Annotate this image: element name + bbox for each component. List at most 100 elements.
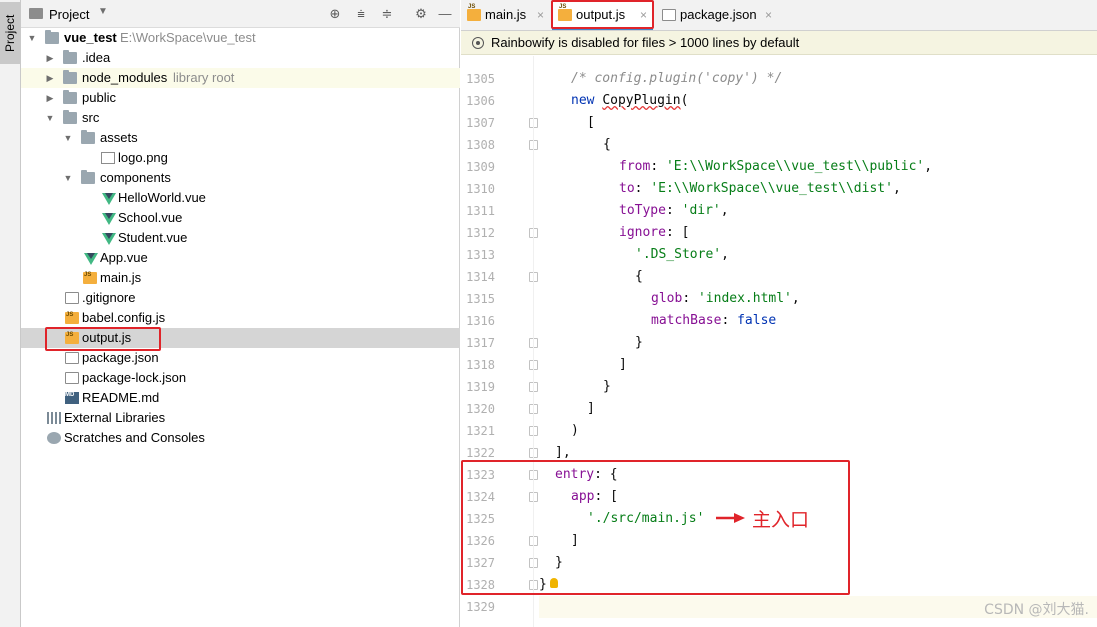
tree-item-label: README.md: [82, 390, 160, 405]
project-tool-tab[interactable]: Project: [0, 2, 20, 64]
close-icon[interactable]: ×: [765, 0, 772, 30]
chevron-down-icon[interactable]: ▼: [98, 6, 108, 17]
tree-item-gitignore[interactable]: .gitignore: [21, 288, 460, 308]
tree-item-label: node_modules: [82, 70, 168, 85]
lightbulb-icon[interactable]: [550, 578, 558, 588]
tree-item-student-vue[interactable]: Student.vue: [21, 228, 460, 248]
code-token: {: [603, 137, 611, 152]
line-number: 1313: [466, 248, 495, 262]
tree-item-main-js[interactable]: main.js: [21, 265, 460, 288]
code-token: glob: [651, 291, 683, 306]
code-line[interactable]: /* config.plugin('copy') */: [539, 68, 782, 90]
code-line[interactable]: ]: [539, 398, 595, 420]
eye-icon: [472, 37, 484, 49]
chevron-down-icon[interactable]: ▼: [63, 168, 73, 188]
tab-label: package.json: [680, 7, 757, 22]
code-token: : [: [665, 225, 690, 240]
code-line[interactable]: matchBase: false: [539, 310, 776, 332]
line-number: 1305: [466, 72, 495, 86]
line-number: 1318: [466, 358, 495, 372]
code-line[interactable]: }: [539, 332, 643, 354]
code-line[interactable]: glob: 'index.html',: [539, 288, 800, 310]
close-icon[interactable]: ×: [537, 0, 544, 30]
chevron-down-icon[interactable]: ▼: [45, 108, 55, 128]
code-line[interactable]: }: [539, 376, 611, 398]
code-line[interactable]: to: 'E:\\WorkSpace\\vue_test\\dist',: [539, 178, 901, 200]
code-token: :: [721, 313, 738, 328]
code-token: ,: [721, 247, 729, 262]
folder-icon: [63, 50, 77, 64]
image-file-icon: [101, 152, 115, 164]
code-line[interactable]: {: [539, 134, 611, 156]
tree-item-src[interactable]: ▼ src: [21, 108, 460, 128]
code-token: 'E:\\WorkSpace\\vue_test\\public': [665, 159, 925, 174]
code-token: false: [737, 313, 777, 328]
line-number: 1312: [466, 226, 495, 240]
json-file-icon: [662, 9, 676, 21]
tree-item-babel-config-js[interactable]: babel.config.js: [21, 305, 460, 328]
tree-item-external-libraries[interactable]: External Libraries: [21, 408, 460, 428]
tree-item-path: E:\WorkSpace\vue_test: [120, 30, 256, 45]
tree-item-public[interactable]: ▶ public: [21, 88, 460, 108]
code-token: new: [571, 93, 595, 108]
tree-item-node-modules[interactable]: ▶ node_modules library root: [21, 68, 460, 88]
code-line[interactable]: {: [539, 266, 643, 288]
tree-item-label: main.js: [100, 270, 142, 285]
tree-item-assets[interactable]: ▼ assets: [21, 128, 460, 148]
chevron-down-icon[interactable]: ▼: [63, 128, 73, 148]
line-number: 1310: [466, 182, 495, 196]
code-line[interactable]: ]: [539, 354, 627, 376]
library-root-note: library root: [173, 70, 235, 85]
code-line[interactable]: [: [539, 112, 595, 134]
tree-item-readme-md[interactable]: README.md: [21, 385, 460, 408]
tree-item-label: assets: [100, 130, 138, 145]
minimize-icon[interactable]: —: [436, 5, 454, 23]
tree-item-school-vue[interactable]: School.vue: [21, 208, 460, 228]
tree-item-logo-png[interactable]: logo.png: [21, 148, 460, 168]
locate-file-icon[interactable]: ⊕: [326, 5, 344, 23]
tree-item-label: HelloWorld.vue: [118, 190, 206, 205]
code-token: :: [634, 181, 651, 196]
tab-package-json[interactable]: package.json ×: [656, 0, 778, 30]
project-panel-title[interactable]: Project: [49, 7, 89, 22]
chevron-right-icon[interactable]: ▶: [45, 88, 55, 108]
line-number: 1311: [466, 204, 495, 218]
tree-item-label: public: [82, 90, 116, 105]
collapse-all-icon[interactable]: ≑: [378, 5, 396, 23]
tree-item-package-json[interactable]: package.json: [21, 348, 460, 368]
tree-item-idea[interactable]: ▶ .idea: [21, 48, 460, 68]
chevron-down-icon[interactable]: ▼: [27, 28, 37, 48]
tree-item-label: logo.png: [118, 150, 168, 165]
expand-all-icon[interactable]: ⩧: [352, 5, 370, 23]
project-panel: Project ▼ ⊕ ⩧ ≑ ⚙ — ▼ vue_test E:\WorkSp…: [21, 0, 460, 627]
line-number: 1307: [466, 116, 495, 130]
tree-item-label: src: [82, 110, 100, 125]
tree-item-scratches[interactable]: Scratches and Consoles: [21, 428, 460, 448]
js-file-icon: [467, 0, 481, 22]
folder-icon: [63, 90, 77, 104]
code-line[interactable]: ): [539, 420, 579, 442]
code-line[interactable]: new CopyPlugin(: [539, 90, 688, 112]
gear-icon[interactable]: ⚙: [412, 5, 430, 23]
tree-item-package-lock-json[interactable]: package-lock.json: [21, 368, 460, 388]
chevron-right-icon[interactable]: ▶: [45, 68, 55, 88]
code-line[interactable]: from: 'E:\\WorkSpace\\vue_test\\public',: [539, 156, 932, 178]
code-line[interactable]: toType: 'dir',: [539, 200, 729, 222]
watermark: CSDN @刘大猫.: [984, 602, 1089, 618]
tab-main-js[interactable]: main.js ×: [461, 0, 550, 30]
tree-item-vue-test[interactable]: ▼ vue_test E:\WorkSpace\vue_test: [21, 28, 460, 48]
js-file-icon: [65, 305, 79, 325]
tree-item-label: package.json: [82, 350, 159, 365]
project-view-icon: [29, 8, 43, 19]
code-token: to: [619, 181, 635, 196]
code-line[interactable]: '.DS_Store',: [539, 244, 729, 266]
code-line[interactable]: ignore: [: [539, 222, 689, 244]
tree-item-label: package-lock.json: [82, 370, 187, 385]
code-token: ,: [720, 203, 729, 218]
code-token: 'index.html': [697, 291, 792, 306]
tree-item-label: App.vue: [100, 250, 148, 265]
code-token: 'dir': [681, 203, 721, 218]
tree-item-components[interactable]: ▼ components: [21, 168, 460, 188]
chevron-right-icon[interactable]: ▶: [45, 48, 55, 68]
tree-item-helloworld-vue[interactable]: HelloWorld.vue: [21, 188, 460, 208]
